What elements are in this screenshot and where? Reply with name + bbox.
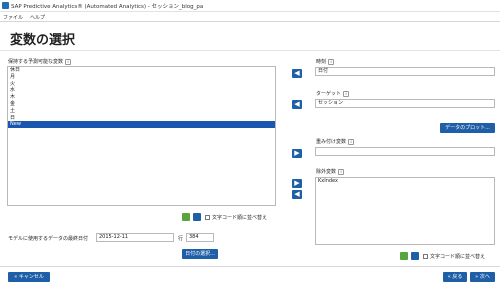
sort-ascending-icon[interactable] bbox=[182, 213, 190, 221]
info-icon[interactable]: i bbox=[343, 90, 350, 97]
cancel-button[interactable]: « キャンセル bbox=[8, 272, 50, 282]
arrow-left-icon: ◀ bbox=[294, 69, 300, 77]
sort-by-charcode-label: 文字コード順に並べ替え bbox=[430, 254, 486, 260]
menu-bar: ファイル ヘルプ bbox=[0, 12, 500, 22]
cancel-button-label: キャンセル bbox=[18, 274, 44, 280]
arrow-left-icon: ◀ bbox=[294, 100, 300, 108]
app-icon bbox=[2, 2, 9, 9]
arrow-right-icon: ▶ bbox=[294, 179, 300, 187]
list-item[interactable]: 土 bbox=[8, 108, 275, 115]
time-label-text: 時刻 bbox=[316, 59, 327, 65]
info-icon[interactable]: i bbox=[65, 58, 72, 65]
list-item[interactable]: New bbox=[8, 121, 275, 129]
available-variables-label-text: 保持する予測可能な変数 bbox=[8, 59, 64, 65]
list-item[interactable]: 火 bbox=[8, 81, 275, 88]
sort-descending-icon[interactable] bbox=[193, 213, 201, 221]
row-field[interactable]: 384 bbox=[186, 233, 214, 242]
window-titlebar: SAP Predictive Analytics® (Automated Ana… bbox=[0, 0, 500, 12]
arrow-right-icon: ▶ bbox=[294, 149, 300, 157]
target-label: ターゲット i bbox=[316, 90, 350, 97]
double-right-icon: » bbox=[475, 274, 479, 280]
last-date-field[interactable]: 2015-12-11 bbox=[96, 233, 174, 242]
move-to-time-button[interactable]: ◀ bbox=[292, 69, 302, 78]
remove-from-excluded-button[interactable]: ◀ bbox=[292, 190, 302, 199]
list-item[interactable]: 休日 bbox=[8, 67, 275, 74]
time-field[interactable]: 日付 bbox=[315, 67, 495, 76]
row-label: 行 bbox=[178, 236, 184, 242]
available-variables-label: 保持する予測可能な変数 i bbox=[8, 58, 72, 65]
sort-by-charcode-checkbox[interactable] bbox=[423, 254, 428, 259]
back-button[interactable]: « 戻る bbox=[443, 272, 467, 282]
last-date-label: モデルに使用するデータの最終日付 bbox=[8, 236, 89, 242]
move-to-weight-button[interactable]: ▶ bbox=[292, 149, 302, 158]
weight-field[interactable] bbox=[315, 147, 495, 156]
weight-label: 重み付け変数 i bbox=[316, 138, 355, 145]
footer-divider bbox=[0, 266, 500, 267]
move-to-target-button[interactable]: ◀ bbox=[292, 100, 302, 109]
weight-label-text: 重み付け変数 bbox=[316, 139, 347, 145]
menu-file[interactable]: ファイル bbox=[3, 14, 23, 21]
header-divider bbox=[0, 50, 500, 51]
double-left-icon: « bbox=[447, 274, 451, 280]
sort-by-charcode-label: 文字コード順に並べ替え bbox=[212, 215, 268, 221]
target-field[interactable]: セッション bbox=[315, 99, 495, 108]
window-title: SAP Predictive Analytics® (Automated Ana… bbox=[11, 4, 204, 10]
menu-help[interactable]: ヘルプ bbox=[30, 14, 45, 21]
arrow-left-icon: ◀ bbox=[294, 190, 300, 198]
excluded-label-text: 除外変数 bbox=[316, 169, 337, 175]
info-icon[interactable]: i bbox=[338, 168, 345, 175]
page-title: 変数の選択 bbox=[10, 33, 76, 48]
sort-ascending-icon[interactable] bbox=[400, 252, 408, 260]
available-variables-list[interactable]: 休日月火水木金土日 New bbox=[7, 66, 276, 206]
sort-descending-icon[interactable] bbox=[411, 252, 419, 260]
list-item[interactable]: 金 bbox=[8, 101, 275, 108]
target-label-text: ターゲット bbox=[316, 91, 342, 97]
list-item[interactable]: 月 bbox=[8, 74, 275, 81]
sort-by-charcode-checkbox[interactable] bbox=[205, 215, 210, 220]
list-item[interactable]: 水 bbox=[8, 87, 275, 94]
next-button[interactable]: » 次へ bbox=[470, 272, 495, 282]
date-select-button[interactable]: 日付の選択... bbox=[182, 249, 218, 259]
back-button-label: 戻る bbox=[452, 274, 463, 280]
double-left-icon: « bbox=[14, 274, 18, 280]
time-label: 時刻 i bbox=[316, 58, 335, 65]
list-item[interactable]: 日 bbox=[8, 115, 275, 122]
move-to-excluded-button[interactable]: ▶ bbox=[292, 179, 302, 188]
list-item[interactable]: 木 bbox=[8, 94, 275, 101]
next-button-label: 次へ bbox=[479, 274, 490, 280]
excluded-variables-list[interactable]: KxIndex bbox=[315, 177, 495, 245]
list-item[interactable]: KxIndex bbox=[316, 178, 494, 185]
info-icon[interactable]: i bbox=[348, 138, 355, 145]
data-plot-button[interactable]: データのプロット... bbox=[440, 123, 495, 133]
excluded-label: 除外変数 i bbox=[316, 168, 345, 175]
info-icon[interactable]: i bbox=[328, 58, 335, 65]
